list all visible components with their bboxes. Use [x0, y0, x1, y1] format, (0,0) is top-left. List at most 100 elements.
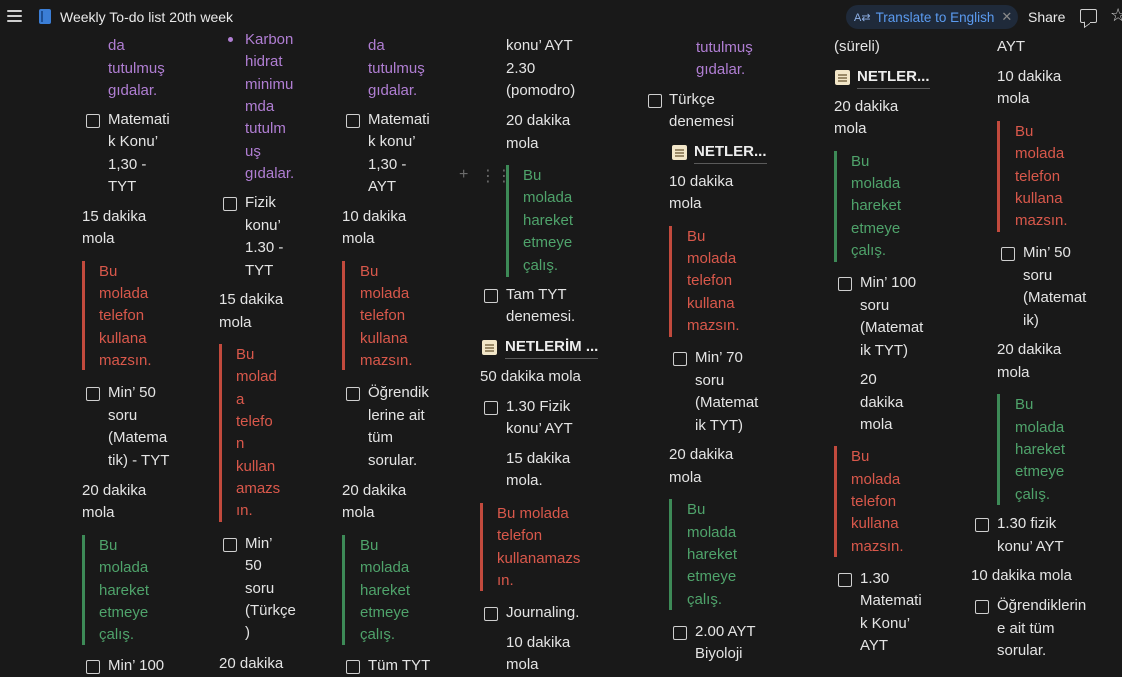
todo-checkbox[interactable] [86, 387, 100, 401]
todo-checkbox[interactable] [223, 538, 237, 552]
add-block-icon[interactable]: + [459, 166, 468, 184]
todo-text[interactable]: ik TYT) [860, 340, 908, 362]
todo-text[interactable]: AYT [860, 635, 888, 657]
break-text: mola. [506, 472, 543, 489]
todo-text[interactable]: 1,30 - [368, 154, 406, 176]
todo-text[interactable]: (süreli) [834, 36, 880, 58]
todo-text[interactable]: soru [695, 370, 724, 392]
todo-checkbox[interactable] [1001, 247, 1015, 261]
close-icon[interactable]: ✕ [1001, 9, 1012, 25]
todo-text[interactable]: (Türkçe [245, 600, 296, 622]
page-link[interactable]: NETLER... [694, 141, 767, 164]
todo-text[interactable]: soru [1023, 265, 1052, 287]
todo-text[interactable]: e ait tüm [997, 618, 1055, 640]
todo-text[interactable]: (Matemat [1023, 287, 1086, 309]
todo-text[interactable]: konu’ AYT [997, 536, 1064, 558]
quote-text: molada [523, 189, 573, 206]
todo-text[interactable]: Tüm TYT [368, 655, 430, 677]
quote-text: çalış. [1015, 486, 1051, 503]
page-title[interactable]: Weekly To-do list 20th week [60, 9, 233, 25]
todo-text[interactable]: Matemati [108, 109, 170, 131]
todo-text[interactable]: (Matemat [860, 317, 923, 339]
todo-text[interactable]: Min’ 70 [695, 347, 743, 369]
todo-text[interactable]: AYT [997, 36, 1025, 58]
comment-icon[interactable] [1080, 9, 1097, 23]
todo-text[interactable]: Matemati [368, 109, 430, 131]
todo-checkbox[interactable] [86, 660, 100, 674]
todo-text[interactable]: Min’ 50 [108, 382, 156, 404]
todo-checkbox[interactable] [484, 289, 498, 303]
todo-checkbox[interactable] [223, 197, 237, 211]
todo-text[interactable]: soru [245, 578, 274, 600]
todo-text[interactable]: Min’ 50 [1023, 242, 1071, 264]
todo-text[interactable]: TYT [245, 260, 273, 282]
todo-checkbox[interactable] [346, 387, 360, 401]
todo-text[interactable]: (pomodro) [506, 80, 575, 102]
todo-checkbox[interactable] [975, 518, 989, 532]
todo-text[interactable]: (Matema [108, 427, 167, 449]
share-button[interactable]: Share [1028, 9, 1065, 25]
todo-checkbox[interactable] [484, 607, 498, 621]
todo-text[interactable]: AYT [368, 176, 396, 198]
todo-text[interactable]: 1,30 - [108, 154, 146, 176]
todo-checkbox[interactable] [86, 114, 100, 128]
todo-text[interactable]: Min’ [245, 533, 273, 555]
menu-icon[interactable] [7, 10, 22, 22]
todo-text[interactable]: 2.00 AYT [695, 621, 756, 643]
page-link[interactable]: NETLERİM ... [505, 336, 599, 359]
todo-text[interactable]: Matemati [860, 590, 922, 612]
todo-text[interactable]: 1.30 fizik [997, 513, 1056, 535]
todo-text[interactable]: 1.30 Fizik [506, 396, 570, 418]
todo-checkbox[interactable] [346, 660, 360, 674]
todo-text[interactable]: Fizik [245, 192, 276, 214]
quote-bar [834, 446, 837, 557]
todo-text[interactable]: 1.30 - [245, 237, 283, 259]
todo-text[interactable]: sorular. [368, 450, 417, 472]
break-text: 10 dakika [506, 634, 571, 651]
star-icon[interactable]: ☆ [1110, 5, 1122, 26]
todo-checkbox[interactable] [484, 401, 498, 415]
break-text: 10 dakika [342, 208, 407, 225]
todo-text[interactable]: soru [860, 295, 889, 317]
todo-checkbox[interactable] [975, 600, 989, 614]
todo-checkbox[interactable] [838, 573, 852, 587]
todo-text[interactable]: konu’ AYT [506, 35, 573, 57]
todo-text[interactable]: 50 [245, 555, 262, 577]
page-link[interactable]: NETLER... [857, 66, 930, 89]
todo-checkbox[interactable] [346, 114, 360, 128]
translate-banner[interactable]: A⇄ Translate to English ✕ [846, 5, 1019, 29]
todo-text[interactable]: Türkçe [669, 89, 715, 111]
todo-text[interactable]: sorular. [997, 640, 1046, 662]
todo-checkbox[interactable] [648, 94, 662, 108]
todo-text[interactable]: Min’ 100 [108, 655, 164, 677]
todo-text[interactable]: Min’ 100 [860, 272, 916, 294]
todo-checkbox[interactable] [838, 277, 852, 291]
todo-text[interactable]: Öğrendiklerin [997, 595, 1086, 617]
todo-text[interactable]: lerine ait [368, 405, 425, 427]
todo-text[interactable]: k Konu’ [860, 613, 910, 635]
todo-text[interactable]: 2.30 [506, 58, 535, 80]
todo-text[interactable]: tik) - TYT [108, 450, 169, 472]
todo-text[interactable]: tüm [368, 427, 393, 449]
todo-text[interactable]: Tam TYT [506, 284, 567, 306]
todo-text[interactable]: k konu’ [368, 131, 416, 153]
todo-text[interactable]: (Matemat [695, 392, 758, 414]
todo-text[interactable]: Journaling. [506, 602, 579, 624]
todo-text[interactable]: ik TYT) [695, 415, 743, 437]
diet-note-text: da [108, 37, 125, 54]
todo-text[interactable]: 1.30 [860, 568, 889, 590]
todo-text[interactable]: konu’ [245, 215, 281, 237]
todo-text[interactable]: soru [108, 405, 137, 427]
todo-text[interactable]: k Konu’ [108, 131, 158, 153]
todo-text[interactable]: ik) [1023, 310, 1039, 332]
translate-label[interactable]: Translate to English [876, 10, 995, 25]
todo-text[interactable]: konu’ AYT [506, 418, 573, 440]
todo-text[interactable]: denemesi [669, 111, 734, 133]
todo-checkbox[interactable] [673, 626, 687, 640]
todo-checkbox[interactable] [673, 352, 687, 366]
todo-text[interactable]: denemesi. [506, 306, 575, 328]
todo-text[interactable]: ) [245, 622, 250, 644]
todo-text[interactable]: TYT [108, 176, 136, 198]
todo-text[interactable]: Biyoloji [695, 643, 743, 665]
todo-text[interactable]: Öğrendik [368, 382, 429, 404]
